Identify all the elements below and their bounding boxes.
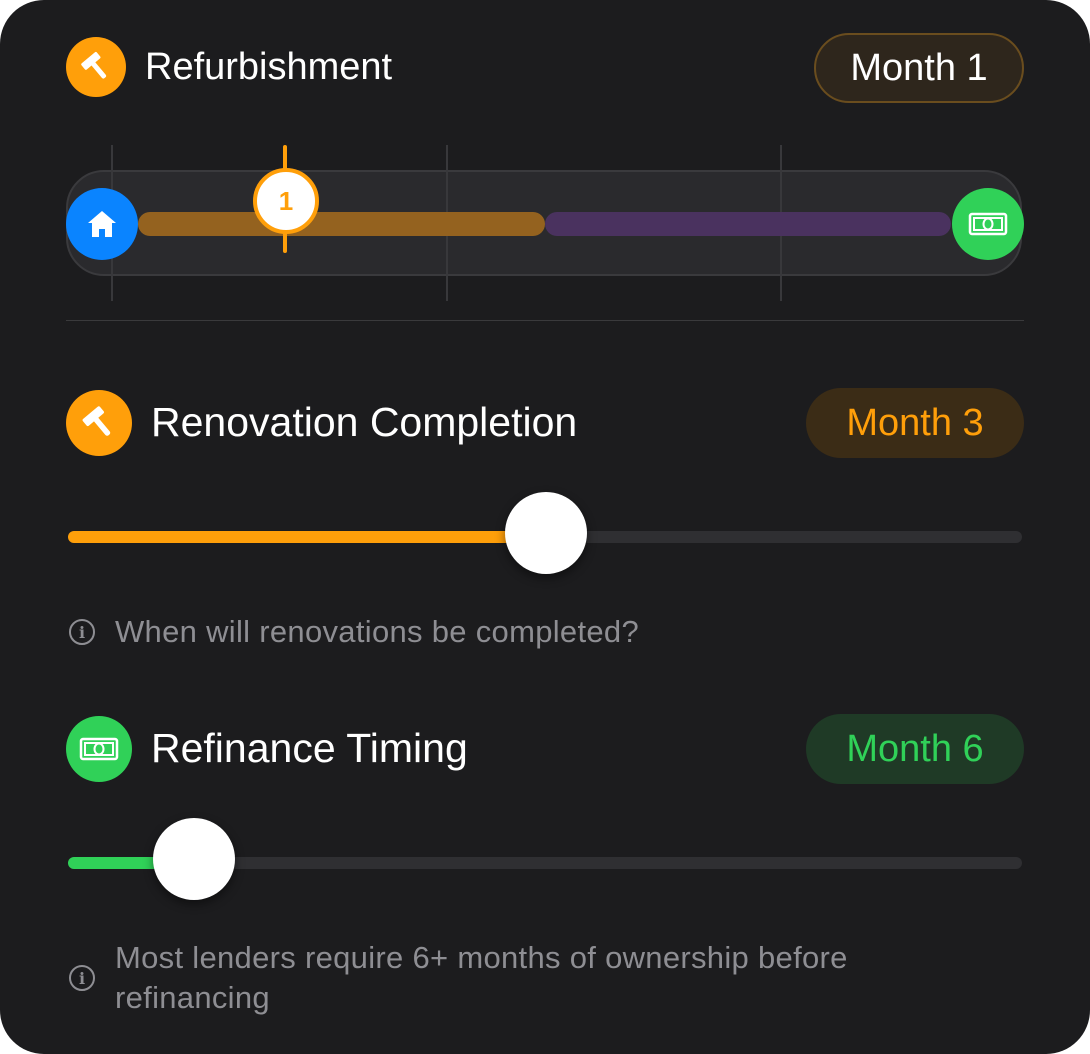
renovation-slider-fill <box>68 531 548 543</box>
refurbishment-period-bar <box>138 212 545 236</box>
renovation-title: Renovation Completion <box>151 399 578 445</box>
purchase-house-icon <box>66 188 138 260</box>
refinance-info-icon: i <box>69 965 95 991</box>
refinance-banknote-icon <box>952 188 1024 260</box>
section-divider <box>66 320 1024 321</box>
refinance-title: Refinance Timing <box>151 725 468 771</box>
refurbishment-marker-label: 1 <box>278 185 294 216</box>
refinance-title-banknote-icon <box>66 716 132 782</box>
renovation-month-badge: Month 3 <box>806 388 1024 458</box>
holding-period-bar <box>545 212 951 236</box>
refinance-month-badge: Month 6 <box>806 714 1024 784</box>
renovation-slider-thumb[interactable] <box>505 492 587 574</box>
renovation-help-text: When will renovations be completed? <box>115 614 639 649</box>
refinance-slider-thumb[interactable] <box>153 818 235 900</box>
refurbishment-title: Refurbishment <box>145 46 393 88</box>
refurbishment-marker[interactable]: 1 <box>253 168 319 234</box>
refinance-help-text: Most lenders require 6+ months of owners… <box>115 940 848 1015</box>
renovation-info-icon: i <box>69 619 95 645</box>
refurbishment-month-badge: Month 1 <box>814 33 1024 103</box>
timeline-card: Refurbishment Month 1 1 Renovation Compl… <box>0 0 1090 1054</box>
refurbishment-hammer-icon <box>66 37 126 97</box>
renovation-hammer-icon <box>66 390 132 456</box>
